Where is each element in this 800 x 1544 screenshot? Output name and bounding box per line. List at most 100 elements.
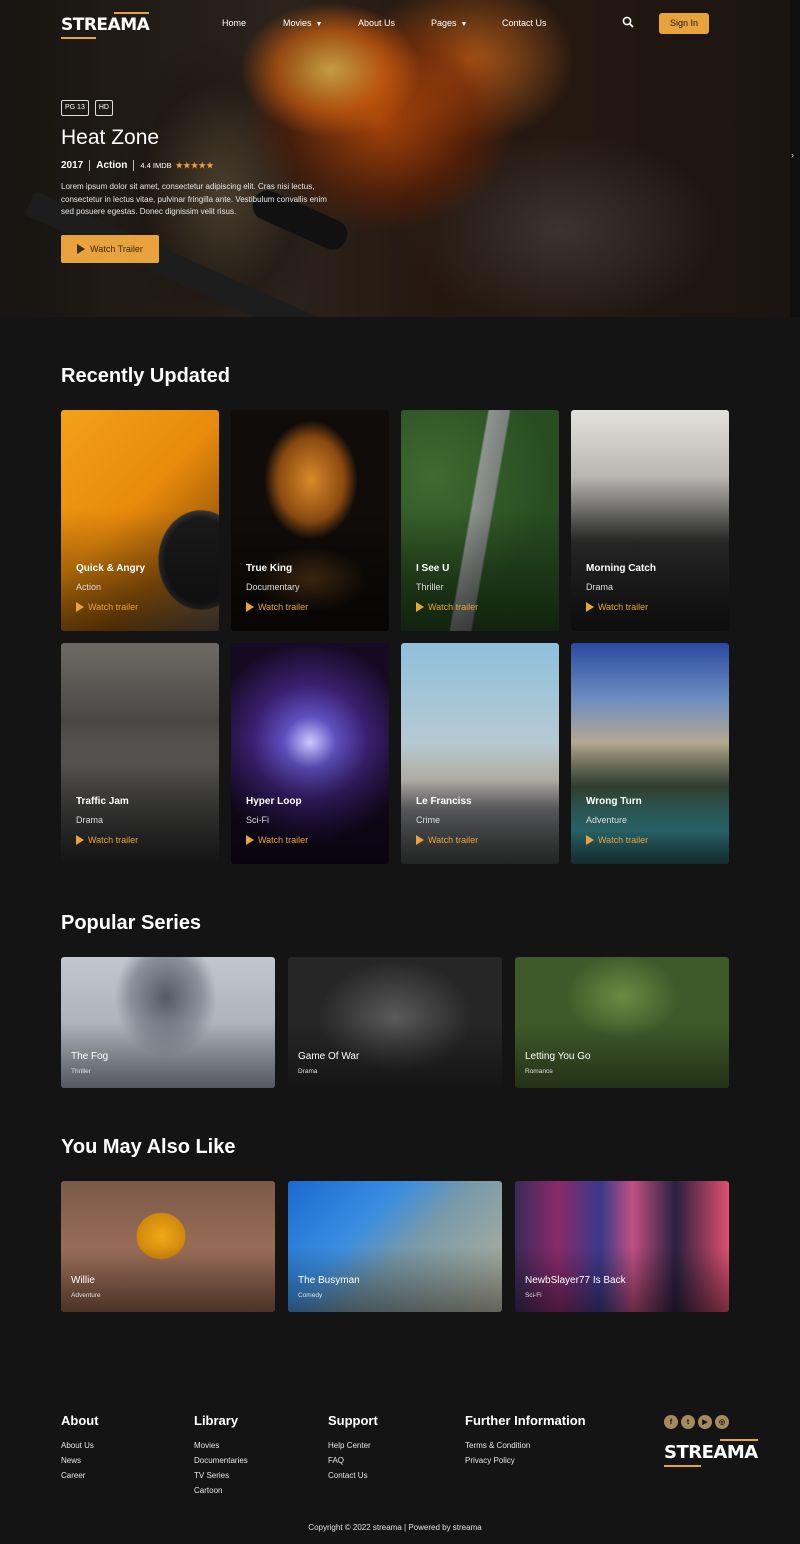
- movie-card[interactable]: True King Documentary Watch trailer: [231, 410, 389, 631]
- recommendation-title: NewbSlayer77 Is Back: [525, 1275, 626, 1286]
- watch-trailer-link-label: Watch trailer: [428, 835, 479, 845]
- movie-genre: Documentary: [246, 582, 300, 592]
- meta-divider: [89, 160, 91, 171]
- nav-link-movies[interactable]: Movies ▼: [283, 18, 322, 28]
- dribbble-icon[interactable]: ◎: [715, 1415, 729, 1429]
- footer-link[interactable]: Cartoon: [194, 1483, 248, 1498]
- footer-column-about: About About Us News Career: [61, 1413, 99, 1483]
- watch-trailer-link[interactable]: Watch trailer: [76, 835, 138, 845]
- hero-tags: PG 13 HD: [61, 100, 331, 116]
- social-links: f t ▶ ◎: [664, 1415, 729, 1429]
- series-title: Letting You Go: [525, 1051, 591, 1062]
- sign-in-button[interactable]: Sign In: [659, 13, 709, 34]
- nav-link-contact-us[interactable]: Contact Us: [502, 18, 547, 28]
- watch-trailer-link-label: Watch trailer: [88, 602, 139, 612]
- card-shade: [231, 643, 389, 864]
- footer-heading: Support: [328, 1413, 378, 1428]
- nav-link-movies-label: Movies: [283, 18, 312, 28]
- series-card[interactable]: Game Of War Drama: [288, 957, 502, 1088]
- twitter-icon[interactable]: t: [681, 1415, 695, 1429]
- watch-trailer-label: Watch Trailer: [90, 243, 143, 254]
- chevron-right-icon: ›: [791, 150, 794, 160]
- watch-trailer-link[interactable]: Watch trailer: [416, 835, 478, 845]
- footer-link[interactable]: Help Center: [328, 1438, 378, 1453]
- movie-title: Traffic Jam: [76, 796, 129, 807]
- recommendation-genre: Sci-Fi: [525, 1292, 542, 1299]
- card-shade: [571, 643, 729, 864]
- chevron-down-icon: ▼: [460, 21, 468, 28]
- section-title-popular-series: Popular Series: [61, 912, 202, 934]
- play-icon: [586, 835, 594, 845]
- watch-trailer-link-label: Watch trailer: [258, 602, 309, 612]
- hero-year: 2017: [61, 160, 84, 171]
- footer-link[interactable]: News: [61, 1453, 99, 1468]
- watch-trailer-link[interactable]: Watch trailer: [246, 602, 308, 612]
- footer-link[interactable]: Movies: [194, 1438, 248, 1453]
- movie-title: Wrong Turn: [586, 796, 642, 807]
- hero-content: PG 13 HD Heat Zone 2017 Action 4.4 IMDB …: [61, 100, 331, 263]
- movie-card[interactable]: Quick & Angry Action Watch trailer: [61, 410, 219, 631]
- nav-link-home[interactable]: Home: [222, 18, 246, 28]
- watch-trailer-link-label: Watch trailer: [258, 835, 309, 845]
- section-title-recently-updated: Recently Updated: [61, 365, 230, 387]
- movie-card[interactable]: Traffic Jam Drama Watch trailer: [61, 643, 219, 864]
- watch-trailer-link[interactable]: Watch trailer: [76, 602, 138, 612]
- site-logo[interactable]: STREAMA: [61, 12, 150, 39]
- facebook-icon[interactable]: f: [664, 1415, 678, 1429]
- card-shade: [515, 1181, 729, 1312]
- meta-divider: [133, 160, 135, 171]
- watch-trailer-link[interactable]: Watch trailer: [586, 835, 648, 845]
- recommendation-genre: Adventure: [71, 1292, 101, 1299]
- card-shade: [61, 410, 219, 631]
- watch-trailer-link[interactable]: Watch trailer: [586, 602, 648, 612]
- recommendation-card[interactable]: NewbSlayer77 Is Back Sci-Fi: [515, 1181, 729, 1312]
- footer-link[interactable]: Terms & Condition: [465, 1438, 586, 1453]
- search-icon[interactable]: [622, 16, 634, 28]
- movie-card[interactable]: Le Franciss Crime Watch trailer: [401, 643, 559, 864]
- series-title: Game Of War: [298, 1051, 360, 1062]
- movie-title: Hyper Loop: [246, 796, 302, 807]
- card-shade: [61, 957, 275, 1088]
- movie-title: I See U: [416, 563, 450, 574]
- nav-link-pages[interactable]: Pages ▼: [431, 18, 467, 28]
- movie-card[interactable]: I See U Thriller Watch trailer: [401, 410, 559, 631]
- card-shade: [571, 410, 729, 631]
- youtube-icon[interactable]: ▶: [698, 1415, 712, 1429]
- footer-link[interactable]: Contact Us: [328, 1468, 378, 1483]
- hero-next-arrow[interactable]: ›: [790, 0, 800, 317]
- movie-card[interactable]: Wrong Turn Adventure Watch trailer: [571, 643, 729, 864]
- movie-card[interactable]: Hyper Loop Sci-Fi Watch trailer: [231, 643, 389, 864]
- recommendation-card[interactable]: The Busyman Comedy: [288, 1181, 502, 1312]
- footer-link[interactable]: TV Series: [194, 1468, 248, 1483]
- recommendation-card[interactable]: Willie Adventure: [61, 1181, 275, 1312]
- hero-genre: Action: [96, 160, 128, 171]
- hero-imdb: 4.4 IMDB: [140, 161, 172, 170]
- play-icon: [76, 602, 84, 612]
- card-shade: [61, 643, 219, 864]
- series-card[interactable]: Letting You Go Romance: [515, 957, 729, 1088]
- card-shade: [231, 410, 389, 631]
- hero-meta: 2017 Action 4.4 IMDB ★★★★★: [61, 160, 331, 171]
- movie-card[interactable]: Morning Catch Drama Watch trailer: [571, 410, 729, 631]
- footer-logo[interactable]: STREAMA: [664, 1439, 758, 1467]
- footer-link[interactable]: Career: [61, 1468, 99, 1483]
- footer-link[interactable]: About Us: [61, 1438, 99, 1453]
- watch-trailer-link[interactable]: Watch trailer: [246, 835, 308, 845]
- footer-link[interactable]: FAQ: [328, 1453, 378, 1468]
- footer-link[interactable]: Privacy Policy: [465, 1453, 586, 1468]
- recommendation-title: Willie: [71, 1275, 95, 1286]
- footer-link[interactable]: Documentaries: [194, 1453, 248, 1468]
- movie-title: Le Franciss: [416, 796, 472, 807]
- recommendation-genre: Comedy: [298, 1292, 323, 1299]
- watch-trailer-button[interactable]: Watch Trailer: [61, 234, 159, 263]
- watch-trailer-link-label: Watch trailer: [598, 835, 649, 845]
- recommendation-title: The Busyman: [298, 1275, 360, 1286]
- card-shade: [401, 410, 559, 631]
- watch-trailer-link[interactable]: Watch trailer: [416, 602, 478, 612]
- series-card[interactable]: The Fog Thriller: [61, 957, 275, 1088]
- play-icon: [586, 602, 594, 612]
- play-icon: [416, 602, 424, 612]
- card-shade: [401, 643, 559, 864]
- hero-title: Heat Zone: [61, 126, 160, 149]
- nav-link-about-us[interactable]: About Us: [358, 18, 395, 28]
